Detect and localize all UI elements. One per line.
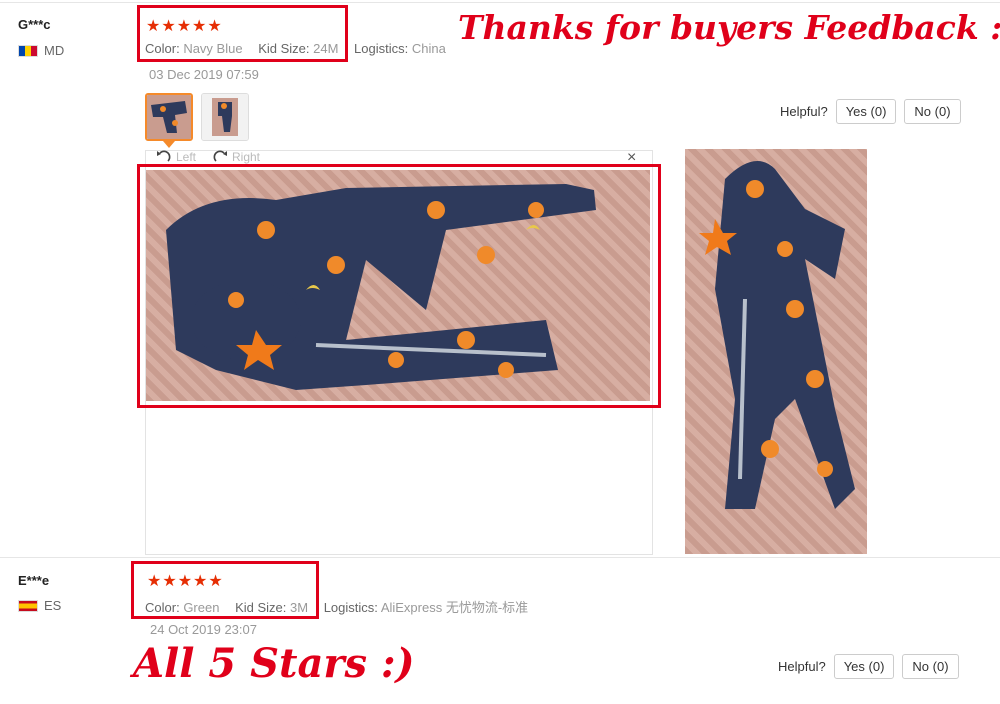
reviewer-name: G***c [18,17,51,32]
review-photo-thumb-1[interactable] [145,93,193,141]
helpful-section: Helpful? Yes (0) No (0) [780,99,961,124]
promo-banner-top: Thanks for buyers Feedback : ) [458,8,1000,47]
flag-es-icon [18,599,38,612]
thumb-pointer [163,141,175,148]
helpful-no-button[interactable]: No (0) [902,654,959,679]
country-code: ES [44,598,62,613]
attr-key-logistics: Logistics: [323,600,378,615]
attr-value-logistics: China [411,41,446,56]
helpful-label: Helpful? [780,104,828,119]
top-divider [0,2,1000,3]
review-date: 24 Oct 2019 23:07 [150,622,257,637]
rotate-left-button[interactable]: Left [156,150,196,164]
rotate-left-icon [157,150,171,162]
highlight-box-photo [137,164,661,408]
helpful-section: Helpful? Yes (0) No (0) [778,654,959,679]
rotate-right-icon [213,150,227,162]
helpful-no-button[interactable]: No (0) [904,99,961,124]
highlight-box-rating [131,561,319,619]
flag-md-icon [18,44,38,57]
helpful-label: Helpful? [778,659,826,674]
reviewer-name: E***e [18,573,50,588]
highlight-box-rating [137,5,348,62]
helpful-yes-button[interactable]: Yes (0) [835,99,897,124]
review-photo-side [685,149,867,554]
reviewer-country: MD [18,43,64,58]
rotate-left-label: Left [176,150,197,164]
rotate-right-label: Right [232,150,261,164]
review-date: 03 Dec 2019 07:59 [149,67,259,82]
helpful-yes-button[interactable]: Yes (0) [833,654,895,679]
review-divider [0,557,1000,558]
rotate-right-button[interactable]: Right [212,150,260,164]
review-photo-thumb-2[interactable] [201,93,249,141]
attr-value-logistics: AliExpress 无忧物流-标准 [380,600,529,615]
country-code: MD [44,43,65,58]
promo-banner-bottom: All 5 Stars :) [133,640,415,687]
attr-key-logistics: Logistics: [354,41,409,56]
reviewer-country: ES [18,598,61,613]
